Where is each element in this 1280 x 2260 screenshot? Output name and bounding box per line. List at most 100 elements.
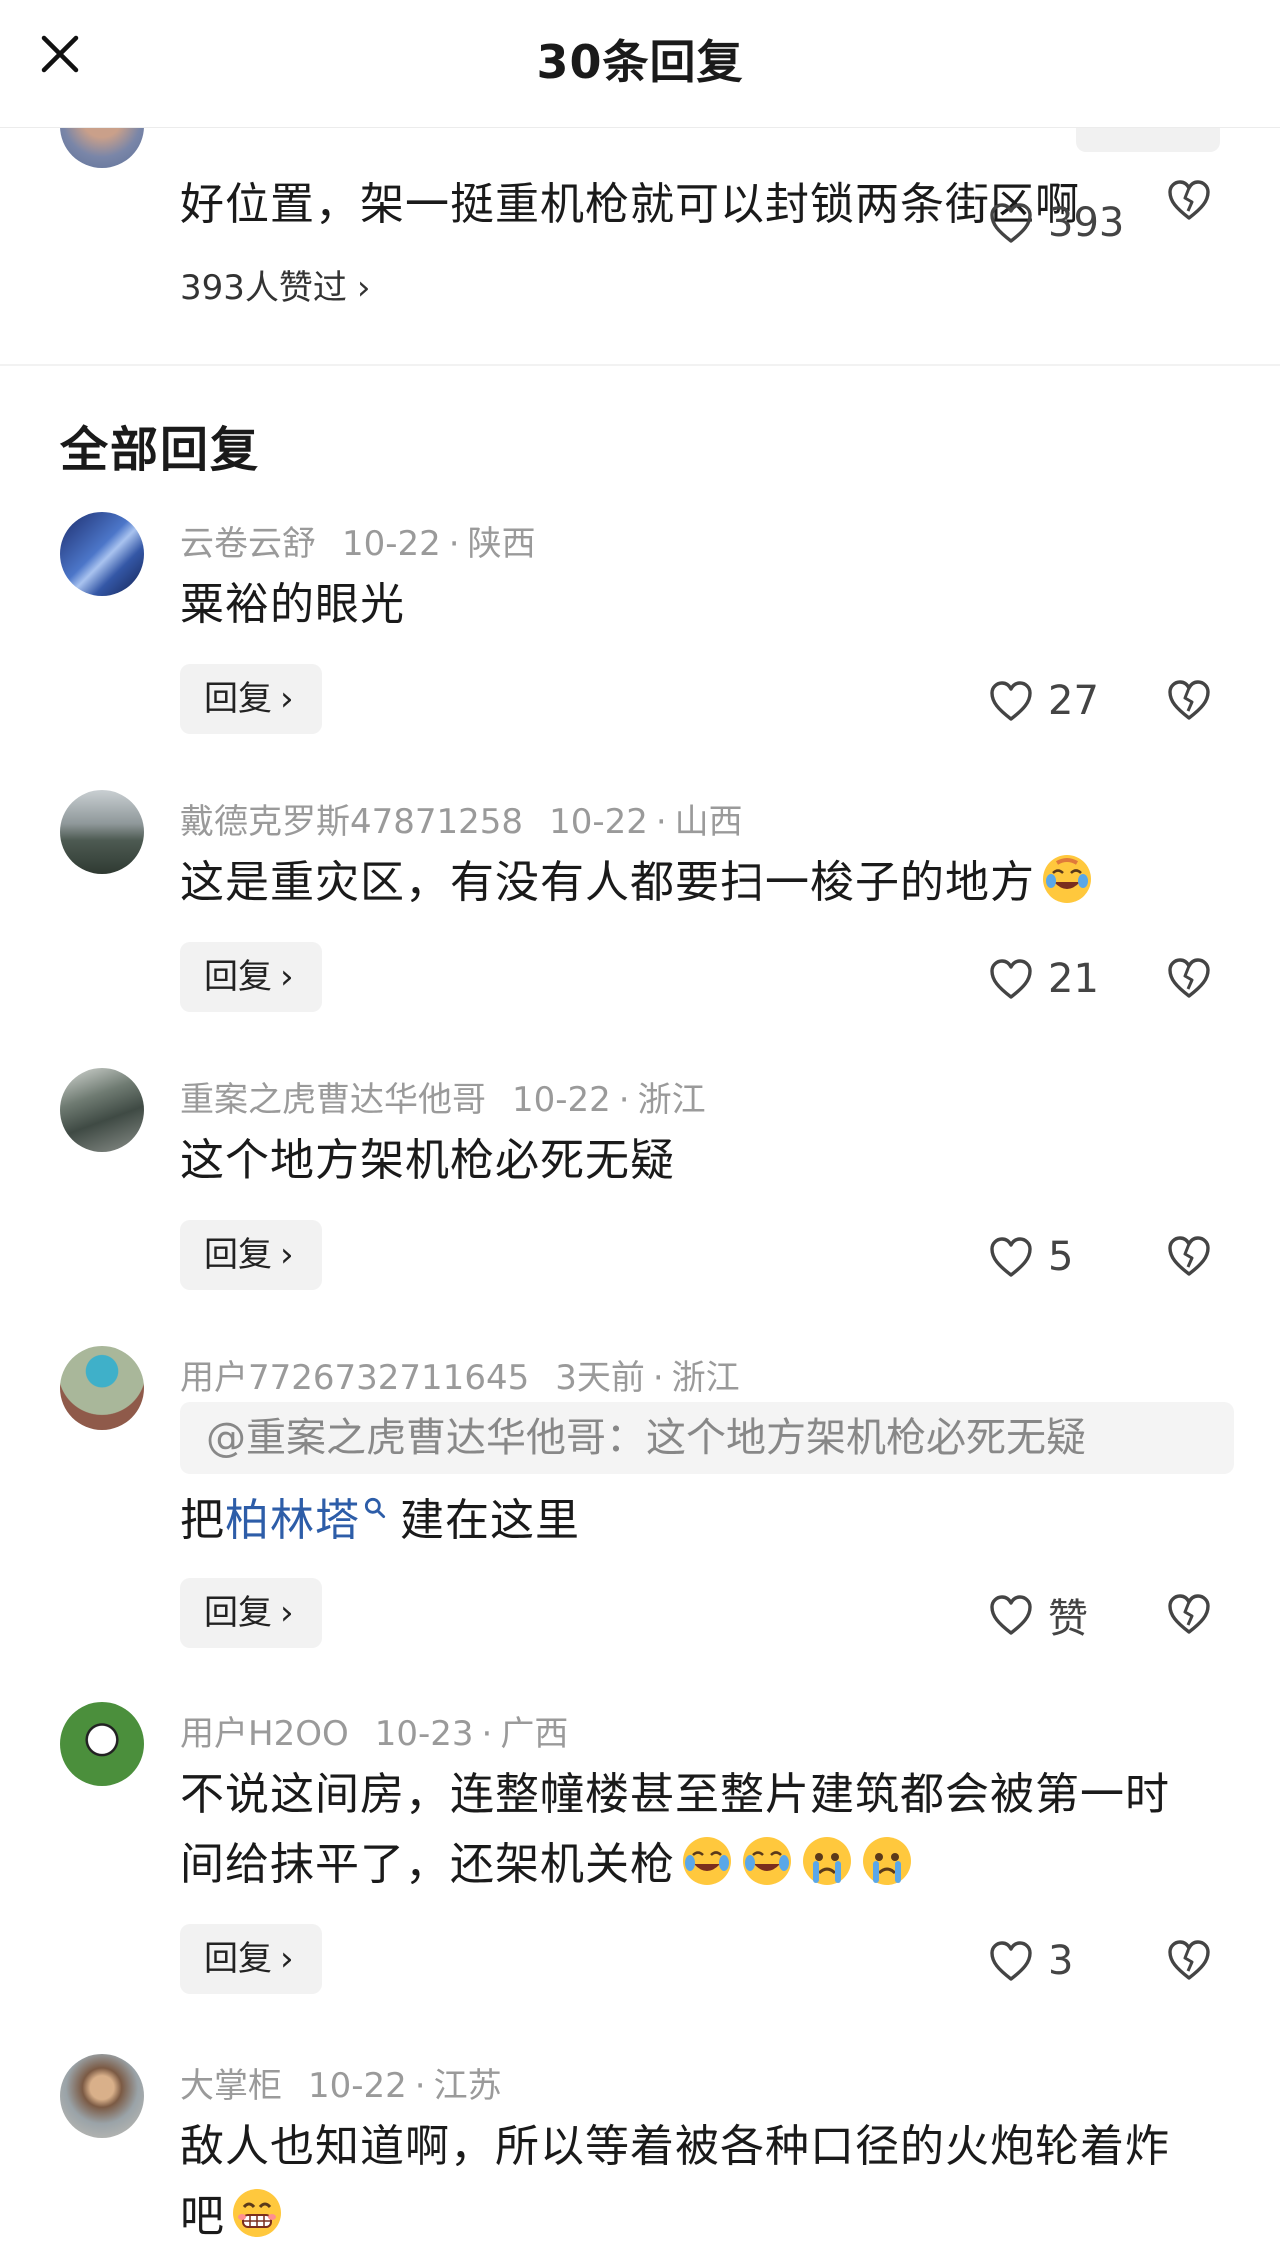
grinning-face-icon: [233, 2189, 281, 2237]
divider: [0, 364, 1280, 366]
liked-by-link[interactable]: 393人赞过 ›: [180, 260, 371, 309]
heart-icon: [990, 1237, 1032, 1277]
username[interactable]: 云卷云舒: [180, 524, 316, 564]
chevron-right-icon: ›: [280, 957, 294, 997]
avatar[interactable]: [60, 1346, 144, 1430]
comment-text: 粟裕的眼光: [180, 579, 405, 630]
comment-text: 敌人也知道啊，所以等着被各种口径的火炮轮着炸吧: [180, 2112, 1240, 2252]
chevron-right-icon: ›: [280, 1939, 294, 1979]
parent-comment: 好位置，架一挺重机枪就可以封锁两条街区啊 393人赞过 › 393: [0, 128, 1280, 364]
comment-text-line: 敌人也知道啊，所以等着被各种口径的火炮轮着炸: [180, 2121, 1170, 2172]
reply-label: 回复: [204, 1939, 272, 1979]
comment-text: 这是重灾区，有没有人都要扫一梭子的地方: [180, 848, 1240, 918]
comment-text: 这个地方架机枪必死无疑: [180, 1135, 675, 1186]
crying-face-icon: [803, 1837, 851, 1885]
username[interactable]: 重案之虎曹达华他哥: [180, 1080, 486, 1120]
avatar[interactable]: [60, 1702, 144, 1786]
comment-text: 把柏林塔 建在这里: [180, 1486, 1240, 1556]
reply-label: 回复: [204, 957, 272, 997]
chevron-right-icon: ›: [280, 1235, 294, 1275]
avatar[interactable]: [60, 128, 144, 168]
laughing-crying-face-icon: [1043, 855, 1091, 903]
username[interactable]: 用户7726732711645: [180, 1358, 529, 1398]
broken-heart-icon[interactable]: [1166, 1592, 1212, 1636]
comment-text-line: 间给抹平了，还架机关枪: [180, 1830, 1240, 1900]
heart-icon: [990, 959, 1032, 999]
reply-button[interactable]: 回复 ›: [180, 664, 322, 734]
comment-meta: 重案之虎曹达华他哥 10-22 · 浙江: [180, 1080, 706, 1120]
reply-label: 回复: [204, 1235, 272, 1275]
heart-icon: [990, 681, 1032, 721]
like-count: 赞: [1048, 1596, 1088, 1642]
quoted-comment[interactable]: @重案之虎曹达华他哥：这个地方架机枪必死无疑: [180, 1402, 1234, 1474]
reply-button[interactable]: 回复 ›: [180, 1924, 322, 1994]
reply-button[interactable]: 回复 ›: [180, 1220, 322, 1290]
like-button[interactable]: 21: [988, 954, 1099, 1004]
comment-text-after: 建在这里: [400, 1495, 580, 1546]
heart-icon: [990, 1595, 1032, 1635]
follow-button[interactable]: [1076, 128, 1220, 152]
comment-region: 山西: [674, 802, 743, 842]
avatar[interactable]: [60, 2054, 144, 2138]
comment-meta: 用户7726732711645 3天前 · 浙江: [180, 1358, 740, 1398]
like-button[interactable]: 3: [988, 1936, 1073, 1986]
comment-date: 10-23: [374, 1714, 474, 1754]
liked-by-label: 393人赞过: [180, 268, 347, 308]
chevron-right-icon: ›: [356, 268, 371, 308]
broken-heart-icon[interactable]: [1166, 178, 1212, 222]
top-bar: 30条回复: [0, 0, 1280, 128]
search-link-label: 柏林塔: [225, 1495, 360, 1546]
comment-text-before: 把: [180, 1495, 225, 1546]
like-count: 21: [1048, 956, 1099, 1002]
username[interactable]: 用户H2OO: [180, 1714, 349, 1754]
comment-date: 10-22: [549, 802, 648, 842]
avatar[interactable]: [60, 1068, 144, 1152]
comment-text: 不说这间房，连整幢楼甚至整片建筑都会被第一时 间给抹平了，还架机关枪: [180, 1760, 1240, 1900]
comment-text-content: 这是重灾区，有没有人都要扫一梭子的地方: [180, 857, 1035, 908]
reply-label: 回复: [204, 1593, 272, 1633]
comment-date: 10-22: [342, 524, 441, 564]
heart-icon: [990, 203, 1032, 243]
avatar[interactable]: [60, 790, 144, 874]
comment-meta: 用户H2OO 10-23 · 广西: [180, 1714, 569, 1754]
comment-text-line: 吧: [180, 2182, 1240, 2252]
reply-button[interactable]: 回复 ›: [180, 1578, 322, 1648]
broken-heart-icon[interactable]: [1166, 1938, 1212, 1982]
parent-comment-text: 好位置，架一挺重机枪就可以封锁两条街区啊: [180, 179, 1080, 230]
broken-heart-icon[interactable]: [1166, 1234, 1212, 1278]
comment-date: 10-22: [512, 1080, 611, 1120]
page-title: 30条回复: [536, 35, 744, 89]
like-button[interactable]: 393: [988, 198, 1124, 248]
username[interactable]: 戴德克罗斯47871258: [180, 802, 523, 842]
like-button[interactable]: 赞: [988, 1590, 1088, 1642]
like-count: 5: [1048, 1234, 1074, 1280]
like-count: 393: [1048, 200, 1125, 246]
chevron-right-icon: ›: [280, 679, 294, 719]
like-button[interactable]: 27: [988, 676, 1099, 726]
comment-region: 浙江: [671, 1358, 740, 1398]
avatar[interactable]: [60, 512, 144, 596]
like-count: 3: [1048, 1938, 1074, 1984]
username[interactable]: 大掌柜: [180, 2066, 282, 2106]
comment-region: 陕西: [467, 524, 536, 564]
broken-heart-icon[interactable]: [1166, 956, 1212, 1000]
reply-button[interactable]: 回复 ›: [180, 942, 322, 1012]
comment-text-content: 吧: [180, 2191, 225, 2242]
comment-meta: 云卷云舒 10-22 · 陕西: [180, 524, 536, 564]
like-count: 27: [1048, 678, 1099, 724]
search-link[interactable]: 柏林塔: [225, 1495, 388, 1546]
comment-text-content: 间给抹平了，还架机关枪: [180, 1839, 675, 1890]
tears-of-joy-icon: [743, 1837, 791, 1885]
comment-date: 10-22: [308, 2066, 407, 2106]
comment-region: 江苏: [433, 2066, 502, 2106]
heart-icon: [990, 1941, 1032, 1981]
comment-region: 浙江: [637, 1080, 706, 1120]
crying-face-icon: [863, 1837, 911, 1885]
broken-heart-icon[interactable]: [1166, 678, 1212, 722]
comment-meta: 戴德克罗斯47871258 10-22 · 山西: [180, 802, 743, 842]
like-button[interactable]: 5: [988, 1232, 1073, 1282]
comment-meta: 大掌柜 10-22 · 江苏: [180, 2066, 502, 2106]
search-icon: [364, 1497, 386, 1519]
comment-date: 3天前: [555, 1358, 645, 1398]
comment-text-line: 不说这间房，连整幢楼甚至整片建筑都会被第一时: [180, 1769, 1170, 1820]
